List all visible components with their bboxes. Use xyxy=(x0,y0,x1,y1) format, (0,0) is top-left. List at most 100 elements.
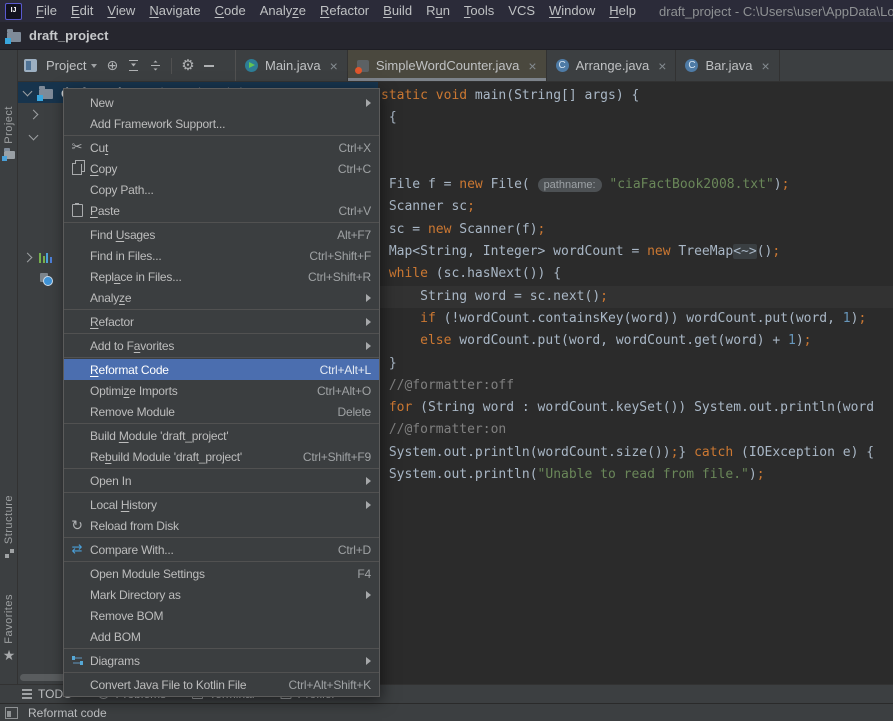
close-tab-icon[interactable]: × xyxy=(759,61,769,71)
menu-item-rebuild-module-draft-project[interactable]: Rebuild Module 'draft_project'Ctrl+Shift… xyxy=(64,446,379,467)
stripe-button-favorites[interactable]: Favorites ★ xyxy=(0,594,18,663)
menu-item-add-to-favorites[interactable]: Add to Favorites xyxy=(64,335,379,356)
tab-label: Arrange.java xyxy=(576,58,650,73)
menu-edit[interactable]: Edit xyxy=(64,0,100,22)
menu-item-shortcut: Alt+F7 xyxy=(337,228,371,242)
menu-tools[interactable]: Tools xyxy=(457,0,501,22)
menu-view[interactable]: View xyxy=(100,0,142,22)
stripe-label: Project xyxy=(3,106,15,144)
menu-item-replace-in-files[interactable]: Replace in Files...Ctrl+Shift+R xyxy=(64,266,379,287)
menu-item-add-bom[interactable]: Add BOM xyxy=(64,626,379,647)
close-tab-icon[interactable]: × xyxy=(328,61,338,71)
menu-item-open-in[interactable]: Open In xyxy=(64,470,379,491)
menu-item-shortcut: Ctrl+Alt+L xyxy=(320,363,371,377)
menu-item-build-module-draft-project[interactable]: Build Module 'draft_project' xyxy=(64,425,379,446)
stripe-label: Favorites xyxy=(3,594,15,644)
star-icon: ★ xyxy=(3,649,16,663)
editor-tab-bar: Main.java×SimpleWordCounter.java×CArrang… xyxy=(235,50,780,81)
class-error-icon xyxy=(357,60,369,72)
close-tab-icon[interactable]: × xyxy=(656,61,666,71)
stripe-button-structure[interactable]: Structure xyxy=(0,495,18,558)
menu-item-mark-directory-as[interactable]: Mark Directory as xyxy=(64,584,379,605)
menu-file[interactable]: File xyxy=(29,0,64,22)
menu-item-find-usages[interactable]: Find UsagesAlt+F7 xyxy=(64,224,379,245)
gear-icon[interactable]: ⚙ xyxy=(181,58,194,73)
tab-main-java[interactable]: Main.java× xyxy=(236,50,348,81)
menu-build[interactable]: Build xyxy=(376,0,419,22)
submenu-arrow-icon xyxy=(366,342,371,350)
menu-item-copy-path[interactable]: Copy Path... xyxy=(64,179,379,200)
menu-item-label: Copy xyxy=(90,162,117,176)
chevron-down-icon[interactable] xyxy=(91,64,97,68)
menu-item-remove-bom[interactable]: Remove BOM xyxy=(64,605,379,626)
menu-separator xyxy=(64,492,379,493)
menu-item-reload-from-disk[interactable]: ↻Reload from Disk xyxy=(64,515,379,536)
tab-bar-java[interactable]: CBar.java× xyxy=(676,50,779,81)
menu-separator xyxy=(64,222,379,223)
menu-separator xyxy=(64,357,379,358)
menu-item-local-history[interactable]: Local History xyxy=(64,494,379,515)
breadcrumb[interactable]: draft_project xyxy=(29,28,108,43)
stripe-button-project[interactable]: Project xyxy=(0,106,18,159)
compare-icon: ⇄ xyxy=(72,543,83,556)
menu-code[interactable]: Code xyxy=(208,0,253,22)
paste-icon xyxy=(72,204,83,217)
menu-vcs[interactable]: VCS xyxy=(501,0,542,22)
tab-arrange-java[interactable]: CArrange.java× xyxy=(547,50,677,81)
stripe-label: Structure xyxy=(3,495,15,544)
menu-item-diagrams[interactable]: Diagrams xyxy=(64,650,379,671)
menu-item-copy[interactable]: CopyCtrl+C xyxy=(64,158,379,179)
runnable-class-icon xyxy=(245,59,258,72)
todo-list-icon xyxy=(22,688,32,700)
menu-item-add-framework-support[interactable]: Add Framework Support... xyxy=(64,113,379,134)
expand-all-icon[interactable] xyxy=(127,59,140,72)
close-tab-icon[interactable]: × xyxy=(526,61,536,71)
hide-panel-icon[interactable] xyxy=(204,65,214,67)
menu-help[interactable]: Help xyxy=(602,0,643,22)
submenu-arrow-icon xyxy=(366,477,371,485)
title-bar: IJ FileEditViewNavigateCodeAnalyzeRefact… xyxy=(0,0,893,22)
chevron-right-icon[interactable] xyxy=(23,253,33,263)
menu-item-compare-with[interactable]: ⇄Compare With...Ctrl+D xyxy=(64,539,379,560)
menu-item-open-module-settings[interactable]: Open Module SettingsF4 xyxy=(64,563,379,584)
menu-refactor[interactable]: Refactor xyxy=(313,0,376,22)
project-panel-title[interactable]: Project xyxy=(46,58,86,73)
menu-item-find-in-files[interactable]: Find in Files...Ctrl+Shift+F xyxy=(64,245,379,266)
menu-analyze[interactable]: Analyze xyxy=(253,0,313,22)
tab-simplewordcounter-java[interactable]: SimpleWordCounter.java× xyxy=(348,50,547,81)
menu-item-optimize-imports[interactable]: Optimize ImportsCtrl+Alt+O xyxy=(64,380,379,401)
code-line-current: String word = sc.next(); xyxy=(378,286,893,308)
menu-separator xyxy=(64,309,379,310)
menu-item-cut[interactable]: ✂CutCtrl+X xyxy=(64,137,379,158)
menu-item-paste[interactable]: PasteCtrl+V xyxy=(64,200,379,221)
submenu-arrow-icon xyxy=(366,99,371,107)
menu-separator xyxy=(64,672,379,673)
locate-file-icon[interactable]: ⊕ xyxy=(106,59,118,73)
menu-item-shortcut: Delete xyxy=(338,405,372,419)
chevron-down-icon[interactable] xyxy=(23,86,33,96)
code-line: { xyxy=(381,107,893,129)
code-line: Map<String, Integer> wordCount = new Tre… xyxy=(381,241,893,263)
menu-item-new[interactable]: New xyxy=(64,92,379,113)
chevron-right-icon[interactable] xyxy=(29,110,39,120)
menu-item-remove-module[interactable]: Remove Module Delete xyxy=(64,401,379,422)
tool-window-toggle-icon[interactable] xyxy=(5,707,18,719)
menu-item-label: Remove Module xyxy=(90,405,175,419)
menu-item-reformat-code[interactable]: Reformat CodeCtrl+Alt+L xyxy=(64,359,379,380)
menu-item-shortcut: F4 xyxy=(357,567,371,581)
menu-item-label: Mark Directory as xyxy=(90,588,181,602)
cut-icon: ✂ xyxy=(72,141,83,154)
code-line xyxy=(381,152,893,174)
menu-window[interactable]: Window xyxy=(542,0,602,22)
menu-run[interactable]: Run xyxy=(419,0,457,22)
collapse-all-icon[interactable] xyxy=(149,59,162,72)
menu-item-convert-java-file-to-kotlin-file[interactable]: Convert Java File to Kotlin FileCtrl+Alt… xyxy=(64,674,379,695)
scratches-clock-icon xyxy=(40,273,53,286)
menu-item-refactor[interactable]: Refactor xyxy=(64,311,379,332)
chevron-down-icon[interactable] xyxy=(29,130,39,140)
code-editor[interactable]: static void main(String[] args) { { File… xyxy=(378,82,893,684)
menu-navigate[interactable]: Navigate xyxy=(142,0,207,22)
status-bar: Reformat code xyxy=(0,703,893,721)
menu-item-analyze[interactable]: Analyze xyxy=(64,287,379,308)
window-title: draft_project - C:\Users\user\AppData\Lo… xyxy=(659,4,893,19)
